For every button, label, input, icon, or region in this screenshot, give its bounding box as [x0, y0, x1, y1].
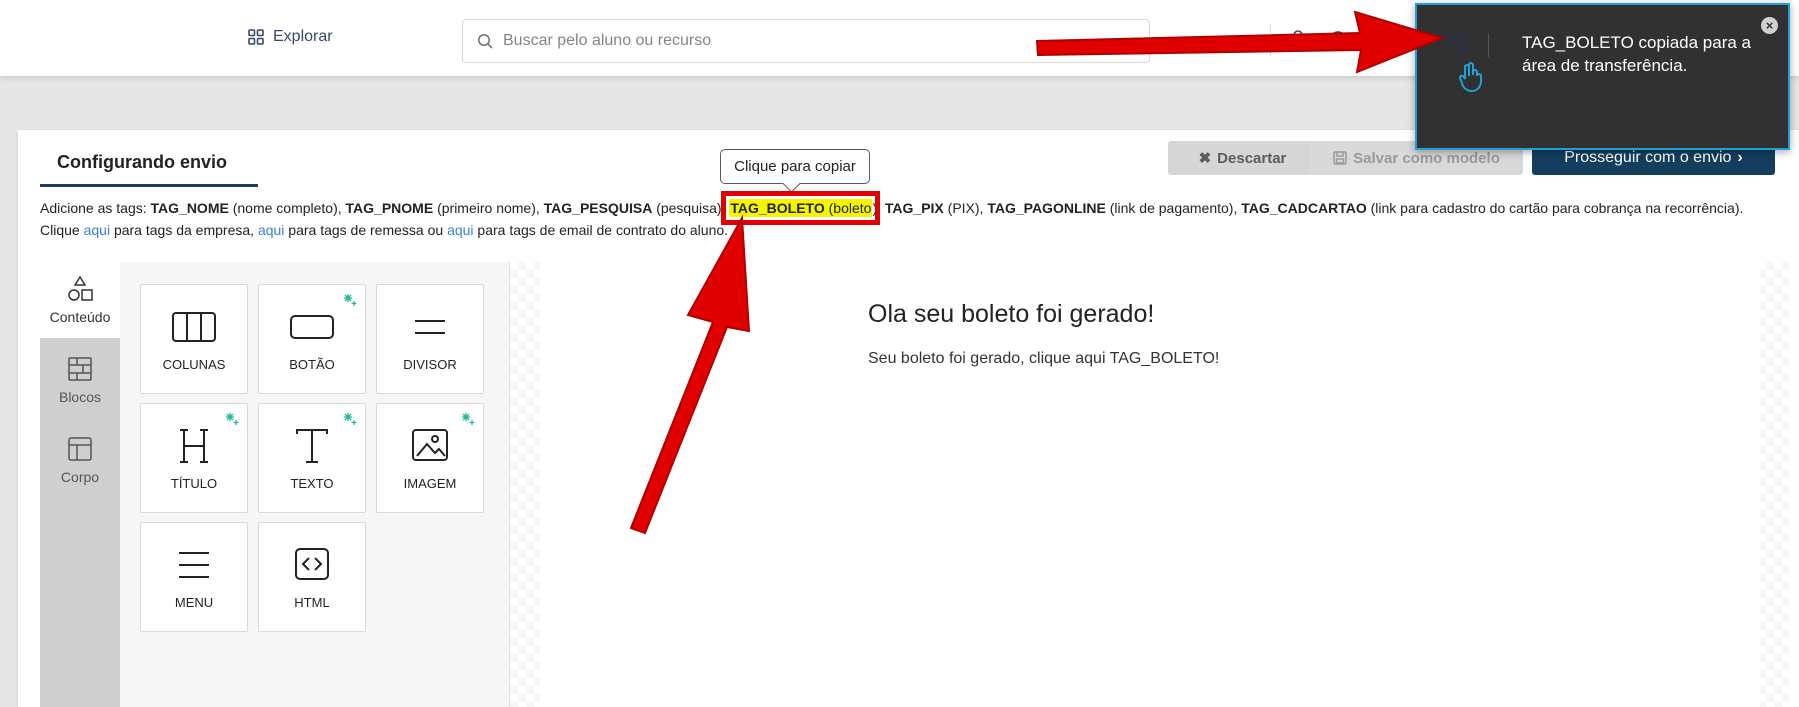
save-model-label: Salvar como modelo [1353, 149, 1500, 167]
discard-label: Descartar [1217, 149, 1287, 167]
email-tags-text: para tags de email de contrato do aluno. [473, 222, 729, 238]
rail-label-body: Corpo [60, 469, 100, 485]
toast-message: TAG_BOLETO copiada para a área de transf… [1522, 33, 1751, 75]
help-circle-icon [1448, 34, 1468, 54]
grid-icon [248, 29, 264, 45]
layout-icon [68, 437, 92, 461]
tag-pesquisa[interactable]: TAG_PESQUISA [544, 200, 653, 216]
block-label: TÍTULO [170, 475, 218, 491]
tag-nome-desc: (nome completo), [228, 200, 346, 216]
block-label: IMAGEM [403, 475, 457, 491]
text-icon [296, 428, 328, 463]
tag-boleto[interactable]: TAG_BOLETO [730, 200, 824, 216]
editor-side-rail: Conteúdo Blocos Corpo [40, 262, 130, 707]
button-icon [290, 314, 334, 339]
ai-sparkle-icon [344, 413, 357, 425]
toolbar-divider [1270, 24, 1271, 56]
tag-pesquisa-desc: (pesquisa), [652, 200, 730, 216]
block-label: TEXTO [290, 475, 334, 491]
image-icon [412, 428, 448, 461]
email-preview-body[interactable]: Ola seu boleto foi gerado! Seu boleto fo… [540, 262, 1760, 707]
explore-label: Explorar [273, 28, 333, 45]
block-columns[interactable]: COLUNAS [140, 284, 248, 394]
tag-pnome[interactable]: TAG_PNOME [346, 200, 434, 216]
blocks-icon [68, 357, 92, 381]
search-box[interactable] [462, 19, 1150, 63]
email-body-text[interactable]: Seu boleto foi gerado, clique aqui TAG_B… [868, 350, 1219, 368]
rail-label-blocks: Blocos [58, 389, 102, 405]
code-icon [295, 547, 329, 580]
block-label: HTML [294, 594, 330, 610]
email-tags-link[interactable]: aqui [447, 222, 473, 238]
toast-divider [1488, 33, 1489, 57]
columns-icon [172, 311, 216, 342]
block-label: DIVISOR [403, 356, 457, 372]
floppy-disk-icon [1333, 151, 1347, 165]
email-title[interactable]: Ola seu boleto foi gerado! [868, 300, 1154, 329]
company-tags-text: para tags da empresa, [110, 222, 258, 238]
tag-nome[interactable]: TAG_NOME [151, 200, 229, 216]
menu-icon [179, 551, 209, 578]
tags-intro: Adicione as tags: [40, 200, 151, 216]
block-html[interactable]: HTML [258, 522, 366, 632]
tag-boleto-highlight[interactable]: TAG_BOLETO (boleto [721, 191, 881, 225]
close-icon: ✖ [1198, 150, 1212, 167]
block-label: MENU [174, 594, 214, 610]
heading-icon [180, 428, 208, 463]
page-title: Configurando envio [57, 152, 227, 172]
user-plus-icon[interactable] [1290, 28, 1312, 50]
rail-item-content[interactable]: Conteúdo [40, 262, 120, 338]
chevron-right-icon: › [1737, 149, 1743, 166]
toast-close-button[interactable]: × [1761, 17, 1778, 34]
divider-icon [415, 319, 445, 334]
company-tags-link[interactable]: aqui [84, 222, 110, 238]
tags-instructions: Adicione as tags: TAG_NOME (nome complet… [40, 191, 1780, 241]
pointer-hand-icon [1459, 62, 1482, 93]
block-label: COLUNAS [162, 356, 226, 372]
discard-button[interactable]: ✖ Descartar [1168, 141, 1317, 175]
tag-pnome-desc: (primeiro nome), [433, 200, 544, 216]
tag-boleto-desc-after: ), [872, 200, 885, 216]
tag-boleto-desc: (boleto [824, 200, 872, 216]
email-preview-canvas: Ola seu boleto foi gerado! Seu boleto fo… [510, 262, 1790, 707]
block-label: BOTÃO [289, 356, 335, 372]
explore-link[interactable]: Explorar [248, 28, 333, 46]
block-image[interactable]: IMAGEM [376, 403, 484, 513]
content-blocks-panel: COLUNAS BOTÃO DIVISOR TÍTULO TEXTO IMAGE… [120, 262, 510, 707]
rail-label-content: Conteúdo [49, 309, 111, 325]
search-input[interactable] [503, 32, 1103, 50]
copy-tooltip: Clique para copiar [720, 149, 870, 184]
shapes-icon [68, 275, 93, 301]
tag-pix[interactable]: TAG_PIX [885, 200, 944, 216]
title-underline [40, 184, 258, 187]
send-config-card: Configurando envio ✖ Descartar Salvar co… [18, 130, 1799, 707]
search-icon [478, 34, 493, 49]
ai-sparkle-icon [226, 413, 239, 425]
rail-item-body[interactable]: Corpo [40, 422, 120, 498]
block-menu[interactable]: MENU [140, 522, 248, 632]
tag-cadcartao[interactable]: TAG_CADCARTAO [1241, 200, 1366, 216]
tag-pagonline-desc: (link de pagamento), [1105, 200, 1242, 216]
clock-icon[interactable] [1328, 30, 1348, 50]
shipment-tags-link[interactable]: aqui [258, 222, 284, 238]
rail-item-blocks[interactable]: Blocos [40, 342, 120, 418]
block-heading[interactable]: TÍTULO [140, 403, 248, 513]
proceed-label: Prosseguir com o envio [1564, 149, 1732, 166]
block-button[interactable]: BOTÃO [258, 284, 366, 394]
tag-pagonline[interactable]: TAG_PAGONLINE [987, 200, 1106, 216]
ai-sparkle-icon [344, 294, 357, 306]
block-divider[interactable]: DIVISOR [376, 284, 484, 394]
copy-toast: TAG_BOLETO copiada para a área de transf… [1415, 3, 1790, 150]
ai-sparkle-icon [462, 413, 475, 425]
tag-pix-desc: (PIX), [943, 200, 988, 216]
block-text[interactable]: TEXTO [258, 403, 366, 513]
shipment-tags-text: para tags de remessa ou [284, 222, 448, 238]
